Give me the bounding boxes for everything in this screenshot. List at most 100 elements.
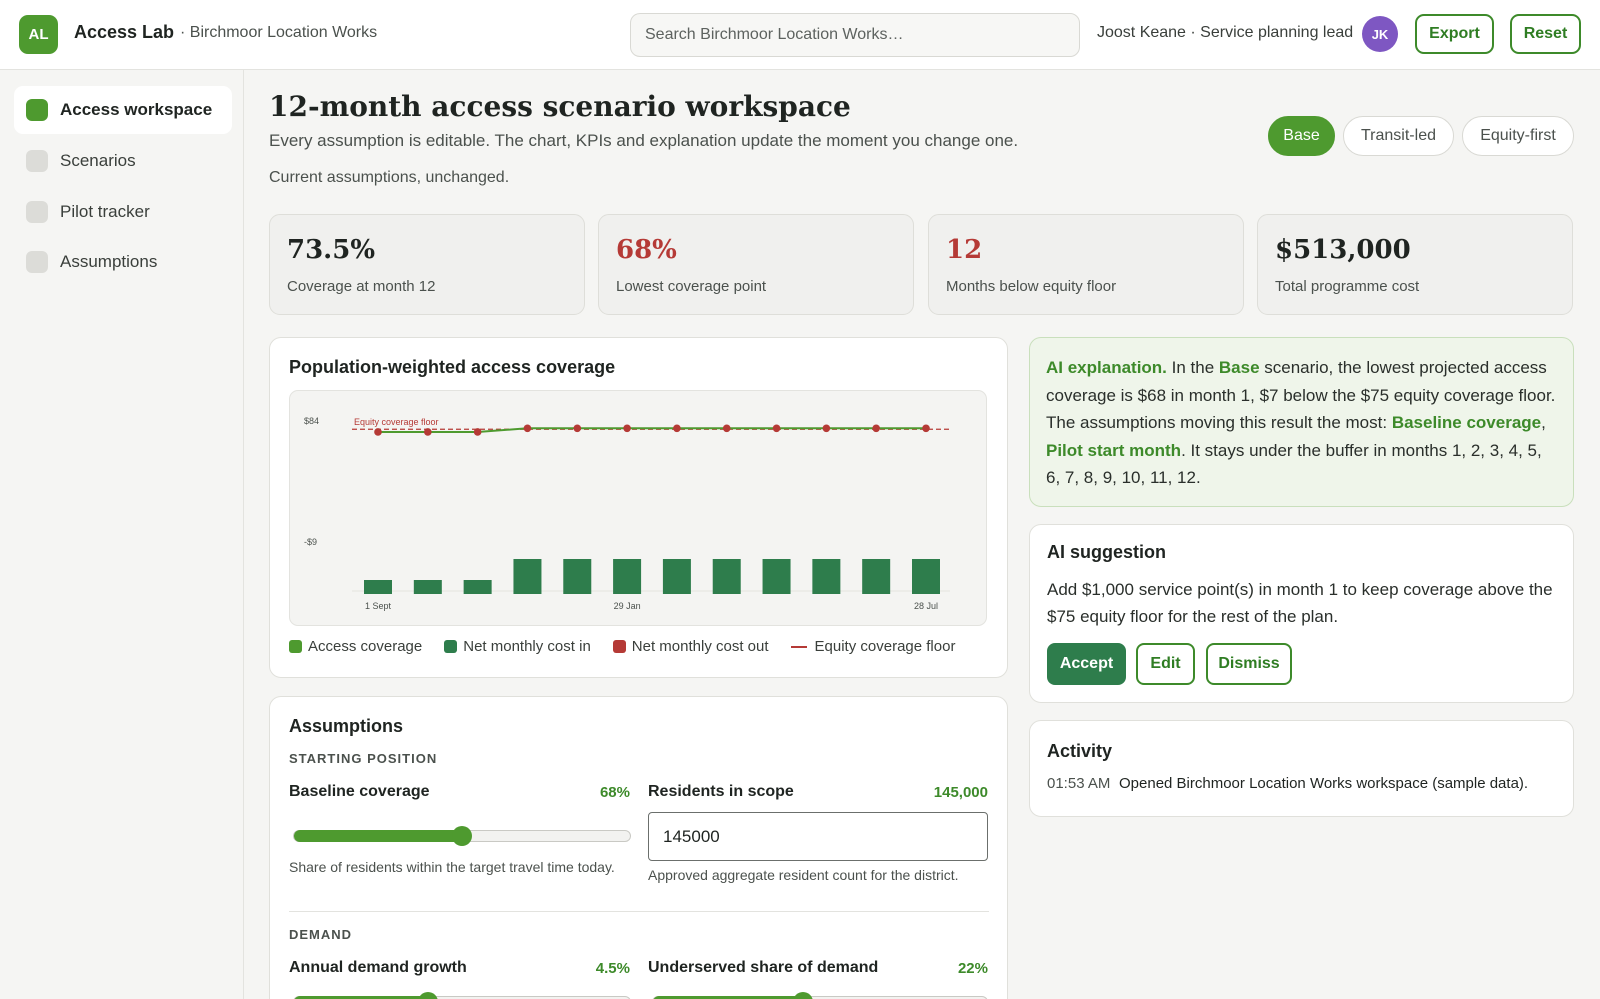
nav-square-icon (26, 99, 48, 121)
kpi-value: 68% (616, 235, 677, 265)
bar-net-monthly-cost-in (563, 559, 592, 594)
bar-net-monthly-cost-in (613, 559, 642, 594)
ai-explanation-scenario: Base (1218, 358, 1260, 377)
edit-button[interactable]: Edit (1136, 643, 1195, 685)
assumptions-title: Assumptions (289, 716, 404, 736)
bar-net-monthly-cost-in (762, 559, 791, 594)
residents-label: Residents in scope (648, 783, 794, 800)
legend-item: Access coverage (289, 638, 422, 655)
export-button[interactable]: Export (1415, 14, 1494, 54)
legend-item: Net monthly cost out (612, 638, 769, 655)
activity-text: Opened Birchmoor Location Works workspac… (1119, 775, 1529, 792)
coverage-point (424, 428, 432, 436)
sidebar-item-access-workspace[interactable]: Access workspace (14, 86, 232, 134)
kpi-card-total-cost: $513,000 Total programme cost (1257, 214, 1573, 315)
residents-value: 145,000 (933, 784, 988, 801)
ai-explanation-driver: Pilot start month (1046, 440, 1182, 460)
sidebar-item-label: Pilot tracker (60, 202, 150, 221)
residents-help: Approved aggregate resident count for th… (648, 867, 959, 883)
coverage-point (523, 424, 532, 433)
ai-explanation-text: , (1541, 413, 1546, 432)
underserved-label: Underserved share of demand (648, 959, 879, 976)
demand-growth-value: 4.5% (595, 960, 630, 977)
bar-net-monthly-cost-in (862, 559, 891, 594)
sidebar-item-scenarios[interactable]: Scenarios (14, 137, 232, 185)
coverage-point (374, 428, 382, 436)
ai-explanation-driver: Baseline coverage (1391, 413, 1542, 432)
y-tick-label: $84 (304, 416, 319, 426)
slider-thumb[interactable] (418, 992, 439, 999)
sidebar-item-assumptions[interactable]: Assumptions (14, 238, 232, 286)
demand-growth-label: Annual demand growth (289, 959, 467, 976)
ai-explanation-card: AI explanation. In the Base scenario, th… (1029, 337, 1574, 507)
kpi-card-months-below-floor: 12 Months below equity floor (928, 214, 1244, 315)
bar-net-monthly-cost-in (812, 559, 841, 594)
page-subtitle: Every assumption is editable. The chart,… (269, 131, 1019, 150)
slider-thumb[interactable] (793, 992, 814, 999)
section-label-starting-position: STARTING POSITION (289, 751, 438, 766)
coverage-point (872, 424, 880, 433)
legend-item: Equity coverage floor (790, 638, 955, 655)
chart-legend: Access coverage Net monthly cost in Net … (289, 638, 955, 655)
sidebar-item-label: Access workspace (60, 100, 213, 119)
user-name: Joost Keane · Service planning lead (1097, 24, 1354, 41)
scenario-pill-transit-led[interactable]: Transit-led (1343, 116, 1454, 156)
dismiss-button[interactable]: Dismiss (1206, 643, 1292, 685)
page-title: 12-month access scenario workspace (269, 90, 851, 123)
coverage-point (673, 424, 681, 433)
coverage-point (922, 424, 930, 433)
ai-suggestion-text: Add $1,000 service point(s) in month 1 t… (1047, 580, 1553, 626)
equity-floor-label: Equity coverage floor (354, 417, 439, 427)
underserved-value: 22% (957, 960, 988, 977)
x-tick-label: 29 Jan (614, 601, 641, 611)
baseline-coverage-label: Baseline coverage (289, 783, 430, 800)
coverage-point (822, 424, 831, 433)
scenario-pill-equity-first[interactable]: Equity-first (1462, 116, 1574, 156)
avatar[interactable]: JK (1362, 16, 1398, 52)
app-name: Access Lab (74, 22, 175, 42)
scenario-pill-base[interactable]: Base (1268, 116, 1335, 156)
baseline-coverage-slider[interactable] (293, 826, 631, 846)
kpi-value: 12 (946, 235, 983, 265)
ai-suggestion-title: AI suggestion (1047, 542, 1167, 562)
bar-net-monthly-cost-in (712, 559, 741, 594)
legend-swatch (612, 640, 626, 653)
y-tick-label: -$9 (304, 537, 317, 547)
nav-square-icon (26, 150, 48, 172)
activity-time: 01:53 AM (1047, 775, 1111, 792)
coverage-point (623, 424, 631, 433)
coverage-chart: $84 -$9 Equity coverage floor 1 Sept 29 Jan 2… (304, 416, 950, 611)
ai-explanation-text: In the (1166, 358, 1219, 377)
residents-input[interactable] (648, 812, 988, 861)
section-label-demand: DEMAND (289, 927, 353, 942)
ai-explanation-lead: AI explanation. (1046, 358, 1167, 377)
legend-item: Net monthly cost in (444, 638, 591, 655)
sidebar-item-label: Scenarios (60, 151, 136, 170)
x-tick-label: 1 Sept (365, 601, 392, 611)
section-divider (289, 911, 989, 912)
legend-swatch (444, 640, 458, 653)
reset-button[interactable]: Reset (1510, 14, 1581, 54)
legend-swatch (289, 640, 302, 653)
status-line: Current assumptions, unchanged. (269, 169, 510, 186)
bar-net-monthly-cost-in (662, 559, 691, 594)
x-tick-label: 28 Jul (914, 601, 938, 611)
nav-square-icon (26, 201, 48, 223)
legend-line (790, 645, 807, 648)
sidebar-item-label: Assumptions (60, 252, 158, 271)
coverage-point (772, 424, 781, 433)
app-logo: AL (19, 15, 58, 54)
kpi-label: Coverage at month 12 (287, 278, 436, 295)
activity-title: Activity (1047, 741, 1113, 761)
kpi-label: Total programme cost (1275, 278, 1420, 295)
sidebar-item-pilot-tracker[interactable]: Pilot tracker (14, 188, 232, 236)
search-input[interactable] (630, 13, 1080, 57)
kpi-card-lowest-coverage: 68% Lowest coverage point (598, 214, 914, 315)
kpi-value: $513,000 (1275, 235, 1411, 265)
chart-card: Population-weighted access coverage $84 -… (269, 337, 1008, 678)
accept-button[interactable]: Accept (1047, 643, 1126, 685)
legend-label: Net monthly cost out (631, 638, 769, 655)
slider-thumb[interactable] (452, 826, 472, 846)
org-name: · Birchmoor Location Works (180, 24, 378, 41)
coverage-point (473, 428, 482, 436)
